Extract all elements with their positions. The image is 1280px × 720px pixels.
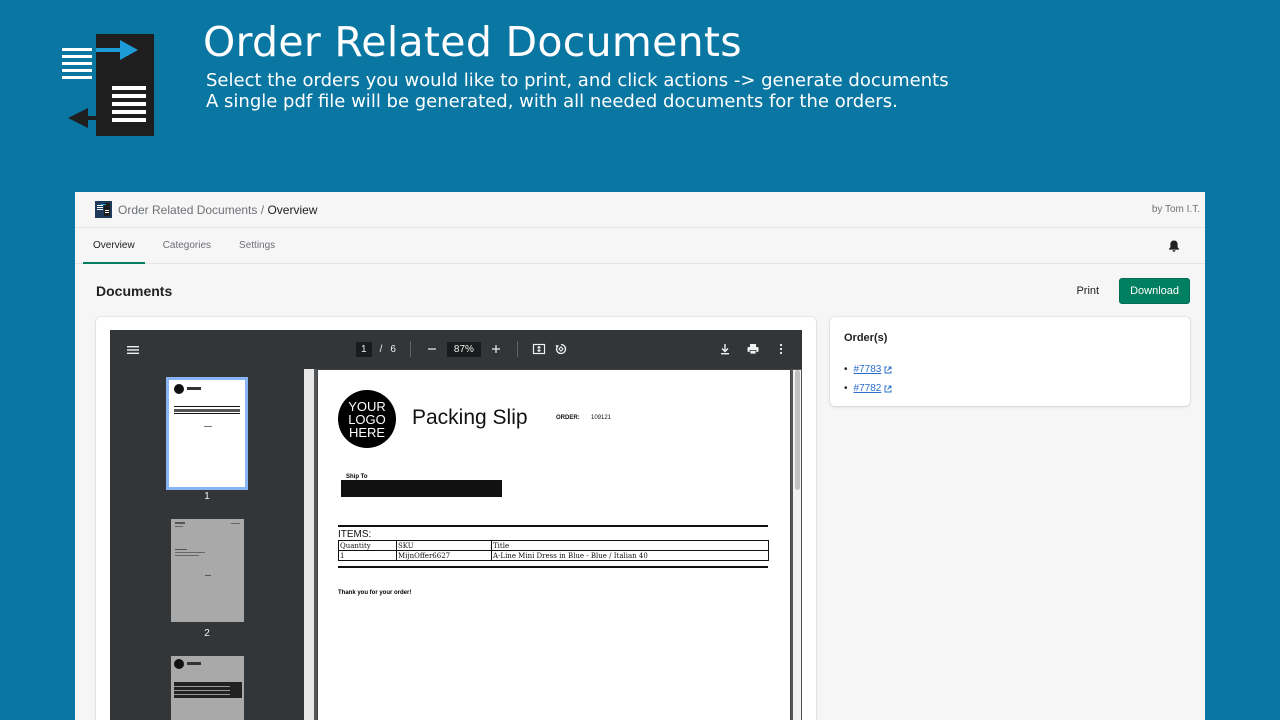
app-topbar: Order Related Documents / Overview by To… (75, 192, 1205, 228)
print-icon[interactable] (746, 342, 760, 356)
table-row: 1 MijnOffer6627 A-Line Mini Dress in Blu… (338, 550, 769, 561)
packing-slip-title: Packing Slip (412, 406, 528, 429)
pdf-toolbar-right (718, 342, 788, 356)
column-header: Quantity (338, 540, 397, 551)
bell-icon[interactable] (1167, 239, 1181, 253)
tab-bar: Overview Categories Settings (75, 228, 1205, 264)
thumbnail-preview (174, 659, 242, 698)
tab-categories[interactable]: Categories (153, 228, 221, 263)
tab-settings[interactable]: Settings (229, 228, 285, 263)
thumbnail-number: 1 (204, 491, 210, 502)
table-cell: 1 (338, 550, 397, 561)
table-header-row: Quantity SKU Title (338, 540, 769, 551)
app-window: Order Related Documents / Overview by To… (75, 192, 1205, 720)
hero-subtitle-2: A single pdf file will be generated, wit… (206, 91, 898, 112)
logo-placeholder: YOUR LOGO HERE (338, 390, 396, 448)
toolbar-divider (516, 341, 518, 357)
thumbnail-sidebar: 1 2 (110, 369, 304, 720)
table-cell: MijnOffer6627 (396, 550, 492, 561)
page-thumbnail-1[interactable] (166, 377, 248, 490)
download-button[interactable]: Download (1119, 278, 1190, 304)
external-link-icon[interactable] (884, 366, 892, 374)
breadcrumb-separator: / (260, 202, 265, 217)
orders-list: #7783 #7782 (844, 360, 892, 398)
menu-icon[interactable] (126, 343, 140, 357)
hero-title: Order Related Documents (203, 18, 742, 66)
list-item: #7782 (844, 379, 892, 398)
app-logo-icon (95, 201, 112, 218)
fit-page-icon[interactable] (532, 342, 546, 356)
download-icon[interactable] (718, 342, 732, 356)
order-label: ORDER: (556, 415, 580, 421)
thumbnail-preview (175, 522, 240, 576)
column-header: Title (491, 540, 769, 551)
scrollbar-thumb[interactable] (795, 370, 800, 490)
order-link[interactable]: #7782 (854, 383, 882, 394)
page-number-input[interactable]: 1 (356, 341, 372, 357)
document-card: 1 / 6 87% 1 2 YOUR LOGO HERE Packing Sli… (96, 317, 816, 720)
pdf-toolbar-center: 1 / 6 87% (356, 341, 568, 357)
table-cell: A-Line Mini Dress in Blue - Blue / Itali… (491, 550, 769, 561)
items-label: ITEMS: (338, 529, 372, 540)
divider (338, 525, 768, 527)
page-thumbnail-3[interactable] (171, 656, 244, 720)
more-options-icon[interactable] (774, 342, 788, 356)
pdf-viewer: 1 / 6 87% 1 2 YOUR LOGO HERE Packing Sli… (110, 330, 802, 720)
page-total: 6 (390, 343, 396, 355)
rotate-icon[interactable] (554, 342, 568, 356)
column-header: SKU (396, 540, 492, 551)
breadcrumb-app-link[interactable]: Order Related Documents (118, 203, 257, 217)
sidebar-divider[interactable] (304, 369, 314, 720)
thumbnail-preview (174, 384, 240, 427)
thumbnail-number: 2 (204, 628, 210, 639)
breadcrumb-current: Overview (267, 202, 318, 217)
byline: by Tom I.T. (1151, 204, 1200, 215)
breadcrumb: Order Related Documents / Overview (118, 203, 1152, 217)
documents-app-icon (62, 34, 154, 136)
pdf-page: YOUR LOGO HERE Packing Slip ORDER: 10912… (317, 369, 791, 720)
orders-title: Order(s) (844, 332, 888, 344)
zoom-in-icon[interactable] (489, 342, 503, 356)
redacted-address (341, 480, 502, 497)
page-thumbnail-2[interactable] (171, 519, 244, 622)
list-item: #7783 (844, 360, 892, 379)
zoom-input[interactable]: 87% (446, 341, 481, 357)
pdf-toolbar: 1 / 6 87% (110, 330, 802, 369)
orders-card: Order(s) #7783 #7782 (830, 317, 1190, 406)
page-header: Documents Print Download (96, 278, 1190, 304)
external-link-icon[interactable] (884, 385, 892, 393)
thank-you-note: Thank you for your order! (338, 590, 412, 596)
toolbar-divider (409, 341, 411, 357)
hero-subtitle-1: Select the orders you would like to prin… (206, 70, 949, 91)
logo-text-line: HERE (348, 425, 386, 440)
page-title: Documents (96, 283, 173, 299)
zoom-out-icon[interactable] (425, 342, 439, 356)
items-table: Quantity SKU Title 1 MijnOffer6627 A-Lin… (338, 540, 769, 561)
divider (338, 566, 768, 568)
print-button[interactable]: Print (1066, 279, 1109, 303)
order-number: 109121 (591, 415, 612, 421)
page-separator: / (379, 343, 383, 355)
order-link[interactable]: #7783 (854, 364, 882, 375)
tab-overview[interactable]: Overview (83, 228, 145, 264)
